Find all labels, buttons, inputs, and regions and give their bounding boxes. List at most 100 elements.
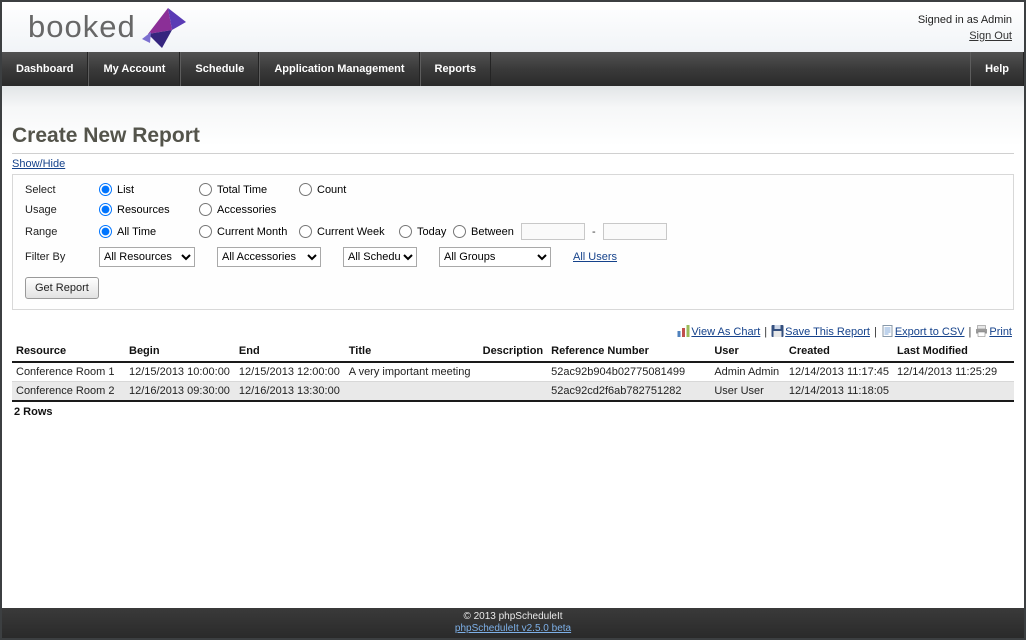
select-option-count[interactable]: Count (299, 183, 399, 196)
count-radio[interactable] (299, 183, 312, 196)
row-count-text: 2 Rows (14, 406, 1012, 418)
export-to-csv-link[interactable]: Export to CSV (895, 326, 965, 338)
resources-radio[interactable] (99, 203, 112, 216)
cell-last-modified: 12/14/2013 11:25:29 (893, 362, 1014, 382)
between-separator: - (592, 226, 596, 238)
cell-resource: Conference Room 2 (12, 382, 125, 402)
usage-option-resources[interactable]: Resources (99, 203, 199, 216)
all-time-radio[interactable] (99, 225, 112, 238)
table-header: Resource Begin End Title Description Ref… (12, 342, 1014, 362)
col-header-user: User (710, 342, 785, 362)
range-option-current-month[interactable]: Current Month (199, 225, 299, 238)
cell-reference-number: 52ac92cd2f6ab782751282 (547, 382, 710, 402)
col-header-resource: Resource (12, 342, 125, 362)
all-users-link[interactable]: All Users (573, 251, 617, 263)
all-time-radio-label: All Time (117, 226, 156, 238)
select-option-list[interactable]: List (99, 183, 199, 196)
cell-end: 12/16/2013 13:30:00 (235, 382, 345, 402)
col-header-created: Created (785, 342, 893, 362)
save-this-report-link[interactable]: Save This Report (785, 326, 870, 338)
cell-description (479, 382, 548, 402)
action-separator: | (969, 326, 972, 338)
action-separator: | (874, 326, 877, 338)
col-header-title: Title (345, 342, 479, 362)
current-month-radio[interactable] (199, 225, 212, 238)
cell-last-modified (893, 382, 1014, 402)
count-radio-label: Count (317, 184, 346, 196)
print-link[interactable]: Print (989, 326, 1012, 338)
view-as-chart-link[interactable]: View As Chart (691, 326, 760, 338)
page-footer: © 2013 phpScheduleIt phpScheduleIt v2.5.… (2, 608, 1024, 638)
nav-item-help[interactable]: Help (970, 52, 1024, 86)
total-time-radio-label: Total Time (217, 184, 267, 196)
main-nav: Dashboard My Account Schedule Applicatio… (2, 52, 1024, 86)
save-icon (771, 325, 784, 337)
cell-created: 12/14/2013 11:18:05 (785, 382, 893, 402)
range-option-all-time[interactable]: All Time (99, 225, 199, 238)
groups-filter-select[interactable]: All Groups (439, 247, 551, 267)
show-hide-link[interactable]: Show/Hide (12, 158, 65, 170)
nav-item-application-management[interactable]: Application Management (259, 52, 419, 86)
nav-item-reports[interactable]: Reports (420, 52, 492, 86)
today-radio-label: Today (417, 226, 446, 238)
cell-end: 12/15/2013 12:00:00 (235, 362, 345, 382)
current-week-radio-label: Current Week (317, 226, 385, 238)
between-radio[interactable] (453, 225, 466, 238)
cell-resource: Conference Room 1 (12, 362, 125, 382)
range-option-today[interactable]: Today (399, 225, 453, 238)
range-label: Range (25, 226, 99, 238)
accessories-radio-label: Accessories (217, 204, 276, 216)
cell-title: A very important meeting (345, 362, 479, 382)
table-row: Conference Room 2 12/16/2013 09:30:00 12… (12, 382, 1014, 402)
sign-out-link[interactable]: Sign Out (969, 28, 1012, 45)
cell-reference-number: 52ac92b904b02775081499 (547, 362, 710, 382)
total-time-radio[interactable] (199, 183, 212, 196)
filter-by-label: Filter By (25, 251, 99, 263)
col-header-last-modified: Last Modified (893, 342, 1014, 362)
page-title: Create New Report (12, 86, 1014, 154)
between-start-input[interactable] (521, 223, 585, 240)
usage-option-accessories[interactable]: Accessories (199, 203, 299, 216)
table-row: Conference Room 1 12/15/2013 10:00:00 12… (12, 362, 1014, 382)
top-header: booked Signed in as Admin Sign Out (2, 2, 1024, 52)
nav-item-dashboard[interactable]: Dashboard (2, 52, 88, 86)
schedules-filter-select[interactable]: All Schedules (343, 247, 417, 267)
cell-begin: 12/16/2013 09:30:00 (125, 382, 235, 402)
get-report-button[interactable]: Get Report (25, 277, 99, 299)
report-actions-bar: View As Chart | Save This Report | Export … (14, 325, 1012, 338)
logo-text: booked (28, 9, 136, 45)
usage-label: Usage (25, 204, 99, 216)
accessories-radio[interactable] (199, 203, 212, 216)
current-week-radio[interactable] (299, 225, 312, 238)
range-option-current-week[interactable]: Current Week (299, 225, 399, 238)
select-option-total-time[interactable]: Total Time (199, 183, 299, 196)
cell-begin: 12/15/2013 10:00:00 (125, 362, 235, 382)
app-window: booked Signed in as Admin Sign Out Dashb… (0, 0, 1026, 640)
range-option-between[interactable]: Between (453, 225, 521, 238)
filter-row: Filter By All Resources All Accessories … (25, 247, 1001, 267)
accessories-filter-select[interactable]: All Accessories (217, 247, 321, 267)
nav-item-my-account[interactable]: My Account (88, 52, 180, 86)
between-end-input[interactable] (603, 223, 667, 240)
cell-user: User User (710, 382, 785, 402)
chart-icon (677, 325, 690, 337)
cell-description (479, 362, 548, 382)
copyright-text: © 2013 phpScheduleIt (2, 611, 1024, 622)
usage-row: Usage Resources Accessories (25, 203, 1001, 216)
report-form: Select List Total Time Count Usage (12, 174, 1014, 310)
report-results-table: Resource Begin End Title Description Ref… (12, 342, 1014, 402)
content-area: Create New Report Show/Hide Select List … (2, 86, 1024, 638)
list-radio-label: List (117, 184, 134, 196)
between-radio-label: Between (471, 226, 514, 238)
list-radio[interactable] (99, 183, 112, 196)
resources-filter-select[interactable]: All Resources (99, 247, 195, 267)
range-row: Range All Time Current Month Current Wee… (25, 223, 1001, 240)
print-icon (975, 325, 988, 337)
nav-item-schedule[interactable]: Schedule (180, 52, 259, 86)
logo: booked (28, 6, 186, 48)
nav-spacer (491, 52, 970, 86)
resources-radio-label: Resources (117, 204, 170, 216)
version-link[interactable]: phpScheduleIt v2.5.0 beta (2, 623, 1024, 634)
today-radio[interactable] (399, 225, 412, 238)
col-header-description: Description (479, 342, 548, 362)
